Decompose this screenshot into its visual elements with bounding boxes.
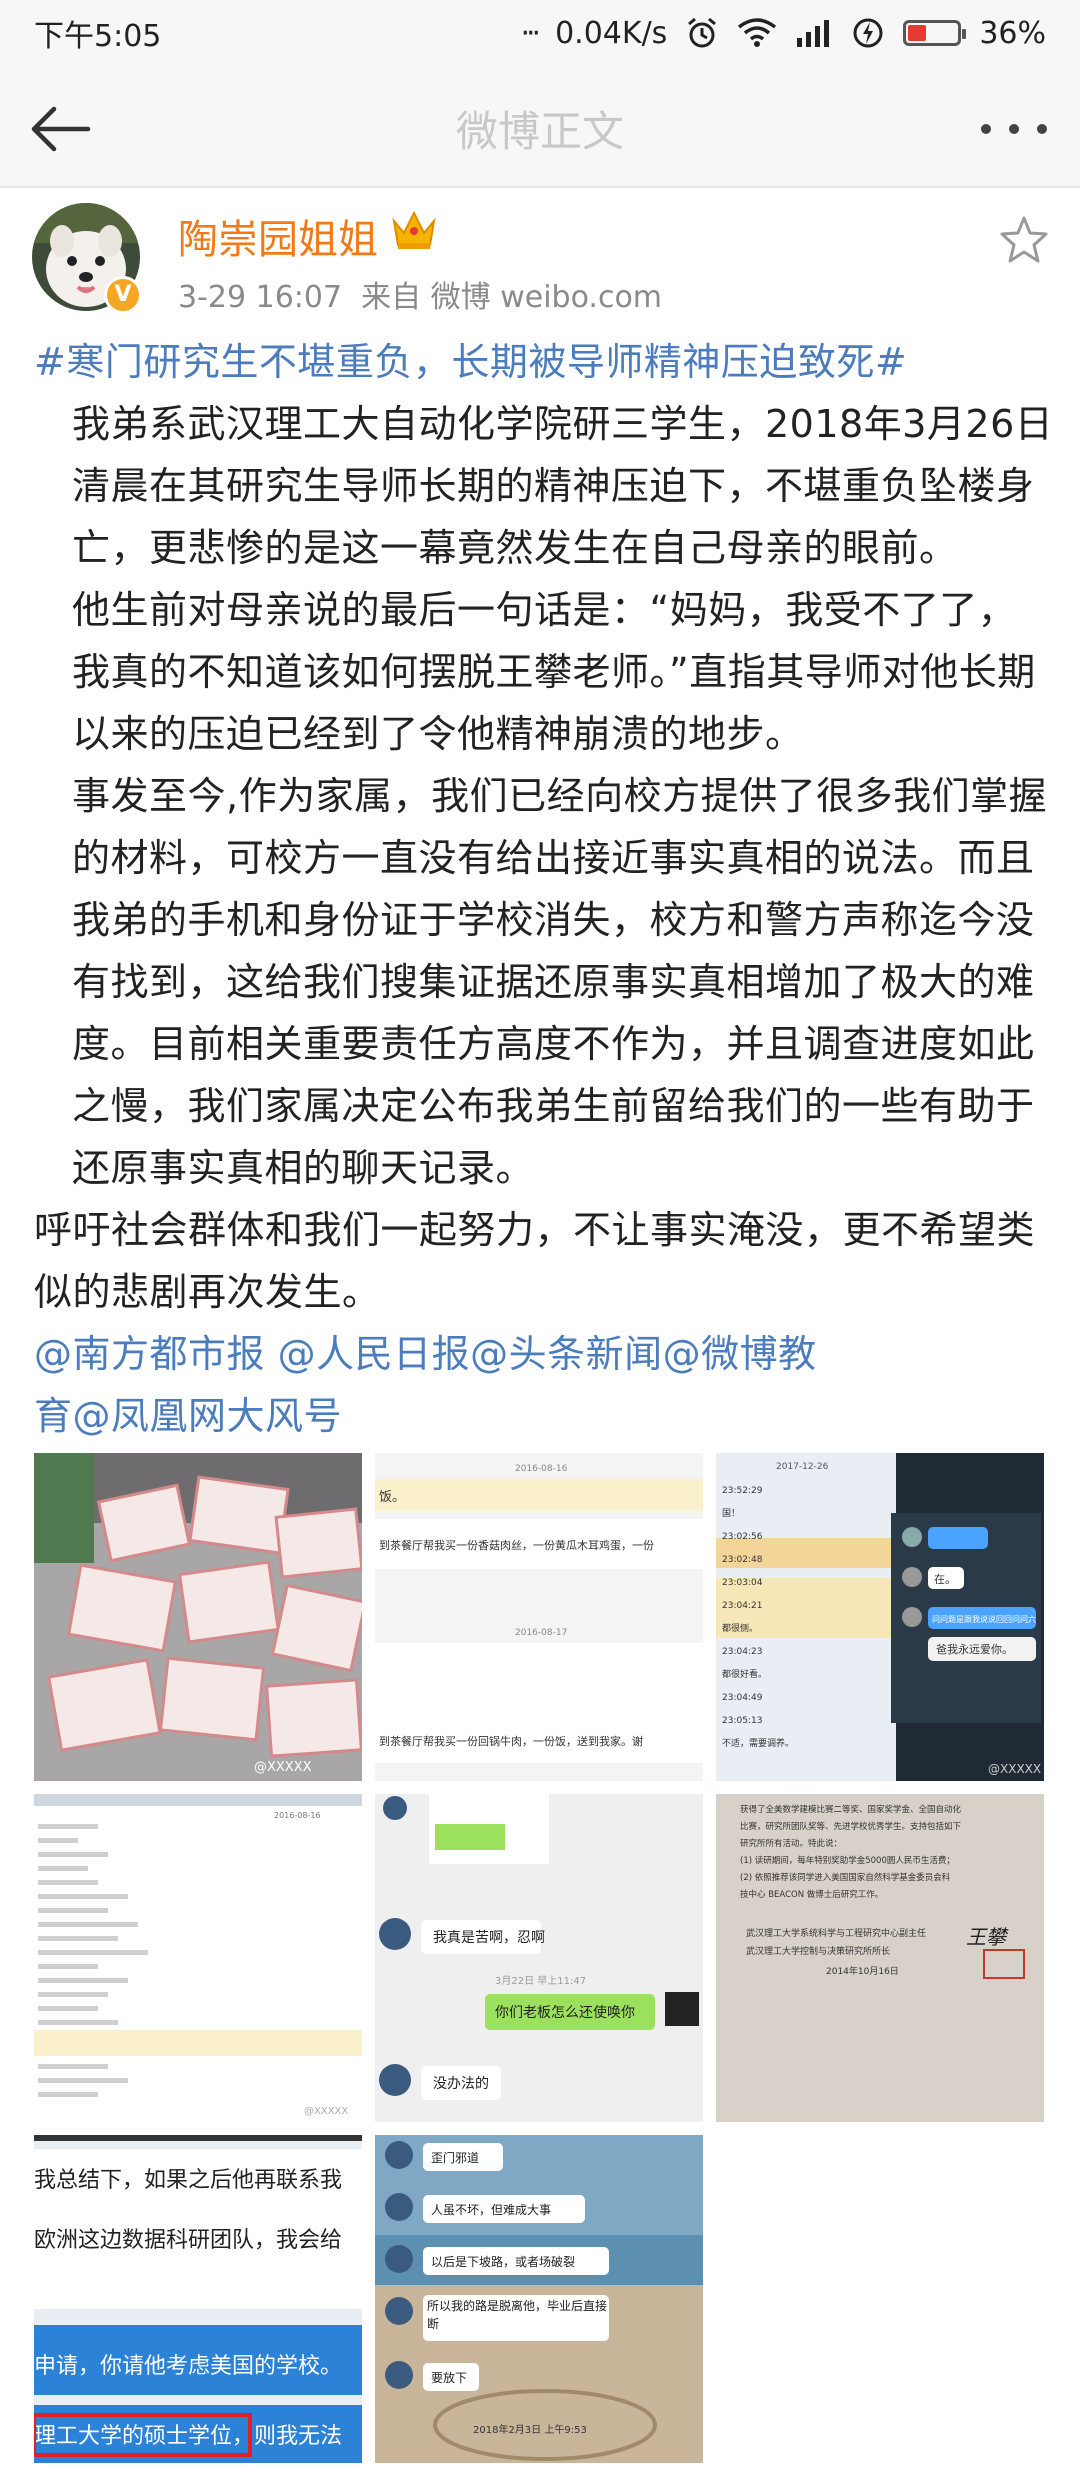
chat-bubble: 在。 [934,1573,956,1586]
chat-timestamp: 3月22日 早上11:47 [495,1975,586,1987]
chat-date: 2016-08-16 [274,1811,321,1820]
chat-line: 都很好看。 [722,1668,767,1680]
nav-bar: 微博正文 [0,66,1080,188]
chat-message: 饭。 [379,1490,405,1505]
status-bar: 下午5:05 ··· 0.04K/s 36% [0,0,1080,66]
post-meta: 3-29 16:07 来自 微博 weibo.com [178,280,663,315]
watermark: @XXXXX [988,1762,1041,1776]
chat-bubble: 人虽不坏，但难成大事 [431,2203,551,2217]
chat-date: 2016-08-17 [515,1628,567,1638]
image-letter[interactable]: 获得了全美数学建模比赛二等奖、国家奖学金、全国自动化 比赛，研究所团队奖等、先进学… [716,1794,1044,2122]
network-speed: 0.04K/s [555,15,668,51]
chat-bubble: 要放下 [431,2370,467,2385]
chat-line: 23:03:04 [722,1578,763,1588]
chat-line: 23:02:48 [722,1555,763,1565]
image-zoomed-chat[interactable]: 我总结下，如果之后他再联系我 欧洲这边数据科研团队，我会给 申请，你请他考虑美国… [34,2135,362,2463]
chat-line: 国！ [722,1508,740,1519]
chat-date: 2017-12-26 [776,1462,829,1472]
status-icons: ··· 0.04K/s 36% [520,16,1046,51]
battery-percent: 36% [979,15,1046,51]
post-body: #寒门研究生不堪重负，长期被导师精神压迫致死# 我弟系武汉理工大自动化学院研三学… [34,331,1054,1447]
chat-bubble: 问问题是跟我说说回回问问六 [932,1614,1036,1624]
crown-icon [392,210,436,249]
letter-line: 研究所所有活动。特此说： [740,1838,842,1849]
mentions-line[interactable]: @南方都市报 @人民日报@头条新闻@微博教 [34,1323,1054,1385]
alarm-icon [688,17,717,48]
chat-timestamp: 2018年2月3日 上午9:53 [473,2423,587,2436]
hashtag-link[interactable]: #寒门研究生不堪重负，长期被导师精神压迫致死# [34,331,1054,393]
letter-org: 武汉理工大学系统科学与工程研究中心副主任 [746,1927,926,1939]
chat-bubble: 歪门邪道 [431,2150,479,2165]
watermark: @XXXXX [254,1760,312,1775]
post-paragraph: 我弟系武汉理工大自动化学院研三学生，2018年3月26日清晨在其研究生导师长期的… [72,402,1054,570]
chat-date: 2016-08-16 [515,1464,568,1474]
watermark: @XXXXX [304,2106,348,2117]
verified-badge: V [104,276,142,314]
status-dots: ··· [520,15,541,51]
letter-signature: 王攀 [966,1925,1009,1949]
chat-line: 不适，需要调养。 [722,1737,794,1749]
image-chat-log[interactable]: 2016-08-16 @XXXXX [34,1794,362,2122]
chat-line: 23:52:29 [722,1486,763,1496]
letter-org: 武汉理工大学控制与决策研究所所长 [746,1945,890,1957]
chat-bubble: 爸我永远爱你。 [936,1642,1013,1656]
image-chat-bubbles[interactable]: 我真是苦啊，忍啊 3月22日 早上11:47 你们老板怎么还使唤你 没办法的 [375,1794,703,2122]
letter-line: 获得了全美数学建模比赛二等奖、国家奖学金、全国自动化 [740,1804,962,1815]
chat-line: 23:04:23 [722,1647,762,1657]
letter-line: 技中心 BEACON 做博士后研究工作。 [740,1889,883,1900]
chat-line: 理工大学的硕士学位，则我无法 [34,2424,342,2449]
chat-line: 23:04:49 [722,1693,763,1703]
more-dots-icon[interactable] [974,92,1054,166]
mentions-line[interactable]: 育@凤凰网大风号 [34,1385,1054,1447]
post-paragraph: 事发至今,作为家属，我们已经向校方提供了很多我们掌握的材料，可校方一直没有给出接… [72,774,1048,1190]
author-name[interactable]: 陶崇园姐姐 [178,207,378,265]
chat-bubble: 我真是苦啊，忍啊 [433,1930,545,1946]
chat-line: 23:04:21 [722,1601,762,1611]
letter-line: (2) 依照推荐该同学进入美国国家自然科学基金委员会科 [740,1872,951,1883]
charging-icon [853,18,883,48]
signal-icon [797,20,830,47]
image-beach-chat[interactable]: 歪门邪道 人虽不坏，但难成大事 以后是下坡路，或者场破裂 所以我的路是脱离他，毕… [375,2135,703,2463]
battery-icon [903,20,967,46]
wifi-icon [738,18,777,47]
image-chat-dates[interactable]: 2016-08-16 饭。 到茶餐厅帮我买一份香菇肉丝，一份黄瓜木耳鸡蛋，一份 … [375,1453,703,1781]
image-dark-chat[interactable]: 2017-12-26 23:52:29 国！ 23:02:56 23:02:48 23:… [716,1453,1044,1781]
chat-line: 欧洲这边数据科研团队，我会给 [34,2228,342,2253]
status-time: 下午5:05 [34,19,162,54]
chat-message: 到茶餐厅帮我买一份香菇肉丝，一份黄瓜木耳鸡蛋，一份 [379,1538,654,1552]
chat-bubble: 所以我的路是脱离他，毕业后直接断 [427,2299,607,2331]
chat-line: 申请，你请他考虑美国的学校。 [34,2354,342,2379]
battery-level [908,25,926,41]
chat-line: 23:05:13 [722,1716,762,1726]
chat-line: 23:02:56 [722,1532,763,1542]
chat-bubble: 没办法的 [433,2076,489,2092]
chat-line: 我总结下，如果之后他再联系我 [34,2168,342,2193]
chat-message: 到茶餐厅帮我买一份回锅牛肉，一份饭，送到我家。谢 [379,1734,643,1748]
letter-line: (1) 读研期间，每年特别奖助学金5000圆人民币生活费； [740,1855,955,1866]
chat-bubble: 你们老板怎么还使唤你 [495,2004,635,2021]
page-title: 微博正文 [455,107,624,156]
image-certificates[interactable]: @XXXXX [34,1453,362,1781]
letter-line: 比赛，研究所团队奖等、先进学校优秀学生。支持包括如下 [740,1821,962,1832]
chat-line: 都很侧。 [722,1622,758,1634]
chat-bubble: 以后是下坡路，或者场破裂 [431,2254,575,2269]
letter-date: 2014年10月16日 [826,1965,899,1977]
post-paragraph: 呼吁社会群体和我们一起努力，不让事实淹没，更不希望类似的悲剧再次发生。 [34,1208,1036,1314]
post-paragraph: 他生前对母亲说的最后一句话是：“妈妈，我受不了了，我真的不知道该如何摆脱王攀老师… [72,588,1036,756]
star-icon[interactable] [998,214,1050,266]
